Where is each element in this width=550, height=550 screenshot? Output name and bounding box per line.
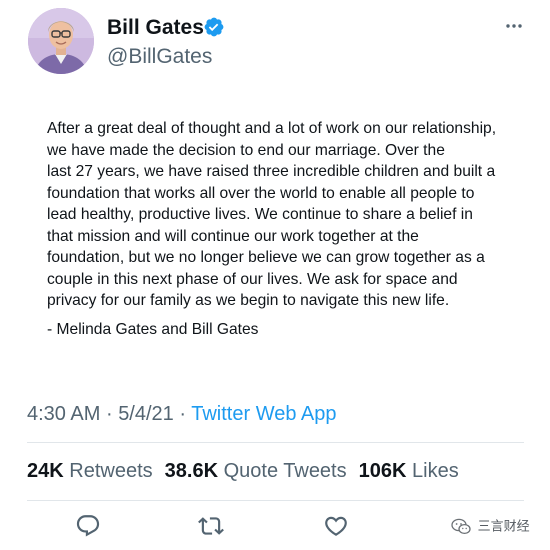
- retweets-count: 24K: [27, 460, 64, 482]
- tweet-line: privacy for our family as we begin to na…: [47, 292, 450, 309]
- watermark-text: 三言财经: [477, 518, 530, 534]
- meta-separator: ·: [179, 403, 187, 425]
- tweet-date[interactable]: 5/4/21: [118, 403, 174, 425]
- retweets-label: Retweets: [69, 460, 153, 482]
- retweet-icon[interactable]: [198, 513, 224, 539]
- tweet-text: After a great deal of thought and a lot …: [47, 118, 507, 312]
- quote-tweets-count: 38.6K: [164, 460, 219, 482]
- wechat-icon: [451, 518, 471, 534]
- profile-photo-icon: [28, 8, 94, 74]
- meta-separator: ·: [105, 403, 113, 425]
- tweet-line: we have made the decision to end our mar…: [47, 141, 445, 159]
- likes-count: 106K: [358, 460, 407, 482]
- quote-tweets-label: Quote Tweets: [223, 460, 347, 482]
- divider: [27, 500, 524, 501]
- more-options-icon[interactable]: [504, 16, 524, 36]
- tweet-meta: 4:30 AM · 5/4/21 · Twitter Web App: [27, 402, 337, 426]
- verified-badge-icon: [204, 17, 224, 37]
- quote-tweets-stat[interactable]: 38.6K Quote Tweets: [165, 460, 347, 482]
- display-name[interactable]: Bill Gates: [107, 15, 204, 41]
- handle[interactable]: @BillGates: [107, 44, 212, 70]
- tweet-line: lead healthy, productive lives. We conti…: [47, 206, 473, 223]
- tweet-line: After a great deal of thought and a lot …: [47, 120, 497, 137]
- reply-icon[interactable]: [75, 513, 101, 539]
- retweets-stat[interactable]: 24K Retweets: [27, 460, 153, 482]
- like-icon[interactable]: [323, 513, 349, 539]
- tweet-source-link[interactable]: Twitter Web App: [191, 403, 336, 425]
- tweet-line: foundation that works all over the world…: [47, 184, 475, 202]
- tweet-line: foundation, but we no longer believe we …: [47, 249, 485, 266]
- likes-stat[interactable]: 106K Likes: [359, 460, 459, 482]
- tweet-stats: 24K Retweets 38.6K Quote Tweets 106K Likes: [27, 459, 459, 483]
- likes-label: Likes: [412, 460, 459, 482]
- avatar[interactable]: [28, 8, 94, 74]
- tweet-line: that mission and will continue our work …: [47, 227, 419, 245]
- tweet-time[interactable]: 4:30 AM: [27, 403, 100, 425]
- watermark: 三言财经: [451, 516, 530, 536]
- divider: [27, 442, 524, 443]
- tweet-signature: - Melinda Gates and Bill Gates: [47, 321, 259, 338]
- tweet-line: couple in this next phase of our lives. …: [47, 270, 458, 288]
- tweet-line: last 27 years, we have raised three incr…: [47, 163, 496, 180]
